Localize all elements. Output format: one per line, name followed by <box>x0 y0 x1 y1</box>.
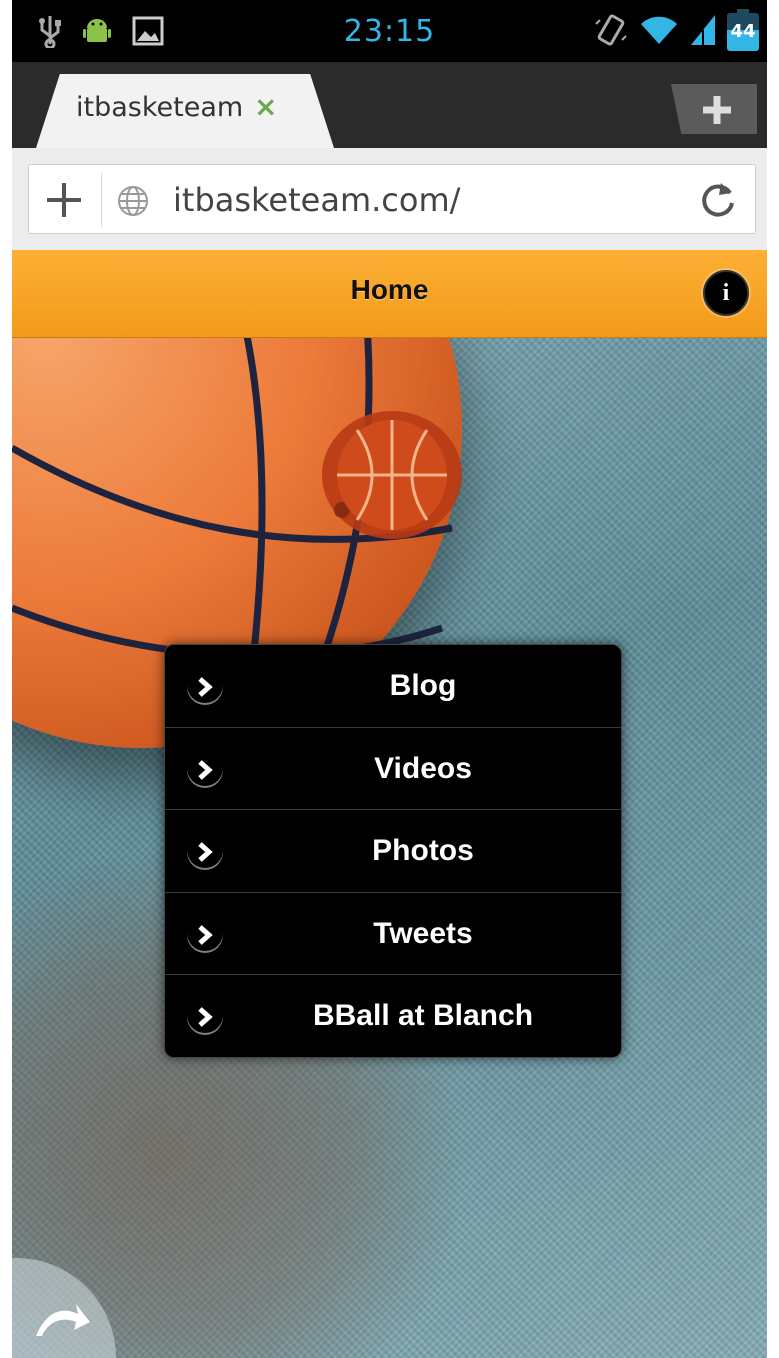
chevron-right-icon <box>187 834 223 870</box>
team-logo <box>322 411 462 539</box>
menu-item-tweets[interactable]: Tweets <box>165 893 621 975</box>
menu-item-label: Tweets <box>373 916 473 950</box>
status-bar: 23:15 44 <box>12 0 767 62</box>
tab-title[interactable]: itbasketeam <box>76 92 243 123</box>
page-title: Home <box>350 274 429 305</box>
url-bar-area: itbasketeam.com/ <box>12 148 767 250</box>
back-arrow-icon <box>36 1304 90 1336</box>
tab-close-button[interactable]: × <box>254 90 277 123</box>
menu-item-label: Videos <box>374 751 472 785</box>
status-system-icons: 44 <box>593 9 759 52</box>
chevron-right-icon <box>187 916 223 953</box>
new-tab-button[interactable] <box>671 84 757 134</box>
signal-icon <box>689 13 717 51</box>
info-button[interactable]: i <box>703 270 749 316</box>
menu-item-label: Photos <box>372 834 474 867</box>
menu-item-label: BBall at Blanch <box>312 999 534 1032</box>
battery-icon: 44 <box>727 9 759 51</box>
url-text[interactable]: itbasketeam.com/ <box>173 181 460 219</box>
quick-controls-button[interactable] <box>12 1258 116 1358</box>
chevron-right-icon <box>187 751 223 788</box>
info-icon: i <box>722 280 730 306</box>
menu-item-blog[interactable]: Blog <box>165 645 621 728</box>
menu-item-bball-at-blanch[interactable]: BBall at Blanch <box>165 975 621 1057</box>
plus-icon <box>47 183 81 217</box>
vibrate-icon <box>593 12 629 52</box>
plus-icon <box>703 96 731 124</box>
globe-icon <box>117 185 149 221</box>
screen-frame-right <box>767 0 779 1358</box>
menu-item-photos[interactable]: Photos <box>165 810 621 893</box>
url-bar[interactable]: itbasketeam.com/ <box>28 164 756 234</box>
menu-item-videos[interactable]: Videos <box>165 728 621 810</box>
chevron-right-icon <box>187 669 223 705</box>
chevron-right-icon <box>187 999 223 1035</box>
reload-button[interactable] <box>697 179 739 225</box>
url-divider <box>101 173 102 227</box>
browser-tab-strip: itbasketeam × <box>12 62 767 148</box>
add-bookmark-button[interactable] <box>43 179 85 225</box>
menu-item-label: Blog <box>389 669 457 702</box>
page-header: Home i <box>12 250 767 338</box>
battery-level: 44 <box>730 21 756 42</box>
wifi-icon <box>639 14 679 50</box>
reload-icon <box>702 183 734 217</box>
main-menu: Blog Videos Photos Tweets BBall at Blanc… <box>164 644 622 1058</box>
screen-frame-left <box>0 0 12 1358</box>
